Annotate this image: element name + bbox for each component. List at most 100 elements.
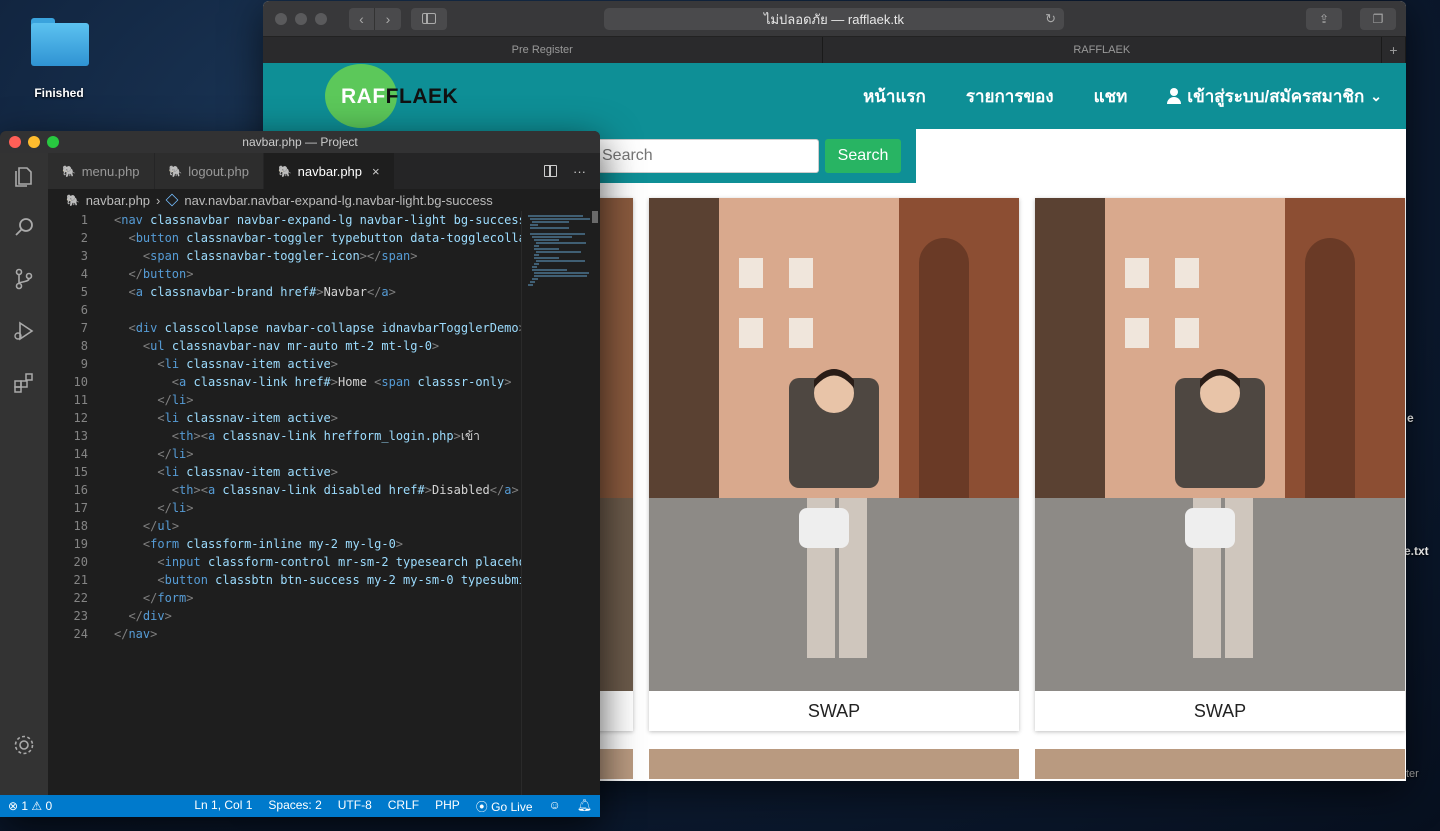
scrollbar-thumb[interactable]	[592, 211, 598, 223]
line-number: 4	[80, 267, 88, 281]
sidebar-toggle-button[interactable]	[411, 7, 447, 30]
code-editor[interactable]: 1 2 3 4 5 6 7 8 9 10 11 12 13 14 15 16 17 18 19 20 21 22 23 24 …	[48, 211, 521, 795]
code-line[interactable]: <li classnav-item active>	[114, 355, 521, 373]
address-bar[interactable]: ไม่ปลอดภัย — rafflaek.tk ↻	[604, 8, 1064, 30]
tab-menu-php[interactable]: 🐘 menu.php	[48, 153, 155, 189]
desktop-folder-finished[interactable]: Finished	[24, 18, 94, 100]
code-line[interactable]: <span classnavbar-toggler-icon></span>	[114, 247, 521, 265]
nav-login-label: เข้าสู่ระบบ/สมัครสมาชิก	[1187, 86, 1365, 106]
browser-tab-pre-register[interactable]: Pre Register	[263, 37, 823, 63]
product-caption: SWAP	[807, 700, 861, 721]
browser-tab-rafflaek[interactable]: RAFFLAEK	[823, 37, 1382, 63]
minimap-line	[532, 269, 568, 271]
code-line[interactable]: <input classform-control mr-sm-2 typesea…	[114, 553, 521, 571]
code-line[interactable]: <a classnav-link href#>Home <span classs…	[114, 373, 521, 391]
site-navbar: RAFFLAEK หน้าแรก รายการของ แชท เข้าสู่ระ…	[263, 63, 1406, 129]
cursor-position[interactable]: Ln 1, Col 1	[186, 798, 260, 815]
problems-indicator[interactable]: ⊗ 1 ⚠ 0	[0, 799, 60, 813]
product-card[interactable]: SWAP	[1035, 198, 1405, 731]
product-card[interactable]: SWAP	[649, 198, 1019, 731]
feedback-icon[interactable]: ☺	[541, 798, 569, 815]
gear-icon[interactable]	[12, 733, 36, 757]
minimap-line	[534, 272, 589, 274]
search-icon[interactable]	[12, 215, 36, 239]
code-line[interactable]: <a classnavbar-brand href#>Navbar</a>	[114, 283, 521, 301]
code-line[interactable]: <button classbtn btn-success my-2 my-sm-…	[114, 571, 521, 589]
site-logo-text[interactable]: RAFFLAEK	[341, 85, 458, 109]
code-line[interactable]: </ul>	[114, 517, 521, 535]
bell-icon[interactable]: 🔔︎	[569, 798, 600, 815]
code-line[interactable]: </nav>	[114, 625, 521, 643]
php-file-icon: 🐘	[66, 194, 80, 207]
encoding[interactable]: UTF-8	[330, 798, 380, 815]
product-card-partial[interactable]	[1035, 749, 1405, 779]
run-debug-icon[interactable]	[12, 319, 36, 343]
code-line[interactable]: <ul classnavbar-nav mr-auto mt-2 mt-lg-0…	[114, 337, 521, 355]
code-line[interactable]: </li>	[114, 445, 521, 463]
desktop-peek-file[interactable]: e.txt	[1404, 544, 1429, 558]
nav-home-link[interactable]: หน้าแรก	[863, 83, 926, 110]
code-line[interactable]: <div classcollapse navbar-collapse idnav…	[114, 319, 521, 337]
minimap-line	[528, 215, 583, 217]
minimap[interactable]	[521, 211, 600, 795]
minimap-line	[534, 245, 539, 247]
nav-items-link[interactable]: รายการของ	[966, 83, 1054, 110]
code-line[interactable]: <th><a classnav-link hrefform_login.php>…	[114, 427, 521, 445]
minimap-line	[530, 233, 585, 235]
explorer-icon[interactable]	[12, 165, 36, 189]
close-button[interactable]	[275, 12, 287, 25]
code-line[interactable]: </form>	[114, 589, 521, 607]
extensions-icon[interactable]	[12, 371, 36, 395]
code-line[interactable]: <th><a classnav-link disabled href#>Disa…	[114, 481, 521, 499]
line-number: 16	[73, 483, 88, 497]
line-number: 5	[80, 285, 88, 299]
minimap-line	[534, 239, 560, 241]
code-line[interactable]: <nav classnavbar navbar-expand-lg navbar…	[114, 211, 521, 229]
split-editor-icon[interactable]	[544, 165, 557, 177]
source-control-icon[interactable]	[12, 267, 36, 291]
indentation[interactable]: Spaces: 2	[260, 798, 329, 815]
search-button[interactable]: Search	[825, 139, 901, 173]
minimize-button[interactable]	[295, 12, 307, 25]
window-controls[interactable]	[275, 12, 327, 25]
code-line[interactable]: </button>	[114, 265, 521, 283]
code-line[interactable]: </div>	[114, 607, 521, 625]
forward-button[interactable]: ›	[375, 7, 401, 30]
language-mode[interactable]: PHP	[427, 798, 468, 815]
nav-chat-link[interactable]: แชท	[1094, 83, 1128, 110]
zoom-button[interactable]	[315, 12, 327, 25]
close-icon[interactable]: ×	[372, 164, 380, 179]
code-line[interactable]: </li>	[114, 391, 521, 409]
minimap-line	[530, 281, 536, 283]
line-number: 11	[73, 393, 88, 407]
tabs-overview-button[interactable]: ❐	[1360, 8, 1396, 30]
tab-logout-php[interactable]: 🐘 logout.php	[154, 153, 264, 189]
more-actions-icon[interactable]: ···	[573, 164, 586, 179]
reload-icon[interactable]: ↻	[1045, 11, 1056, 27]
line-number: 20	[73, 555, 88, 569]
new-tab-button[interactable]: +	[1382, 37, 1406, 63]
search-input[interactable]	[593, 139, 819, 173]
code-line[interactable]: <li classnav-item active>	[114, 463, 521, 481]
share-button[interactable]: ⇪	[1306, 8, 1342, 30]
tab-navbar-php[interactable]: 🐘 navbar.php ×	[263, 153, 395, 189]
nav-login-dropdown[interactable]: เข้าสู่ระบบ/สมัครสมาชิก ⌄	[1167, 83, 1382, 110]
minimap-line	[534, 263, 539, 265]
back-button[interactable]: ‹	[349, 7, 375, 30]
minimap-line	[532, 236, 572, 238]
breadcrumb-file[interactable]: navbar.php	[86, 193, 150, 208]
code-content[interactable]: <nav classnavbar navbar-expand-lg navbar…	[114, 211, 521, 643]
line-ending[interactable]: CRLF	[380, 798, 427, 815]
code-line[interactable]	[114, 301, 521, 319]
line-number: 15	[73, 465, 88, 479]
symbol-icon	[166, 193, 179, 207]
code-line[interactable]: <button classnavbar-toggler typebutton d…	[114, 229, 521, 247]
go-live-button[interactable]: ⦿ Go Live	[468, 798, 541, 815]
code-line[interactable]: <form classform-inline my-2 my-lg-0>	[114, 535, 521, 553]
breadcrumb-symbol[interactable]: nav.navbar.navbar-expand-lg.navbar-light…	[184, 193, 492, 208]
product-card-partial[interactable]	[649, 749, 1019, 779]
vscode-window: navbar.php — Project 🐘 menu.php 🐘 logout.p…	[0, 131, 600, 817]
desktop-peek-window: ter	[1406, 768, 1419, 780]
code-line[interactable]: <li classnav-item active>	[114, 409, 521, 427]
code-line[interactable]: </li>	[114, 499, 521, 517]
